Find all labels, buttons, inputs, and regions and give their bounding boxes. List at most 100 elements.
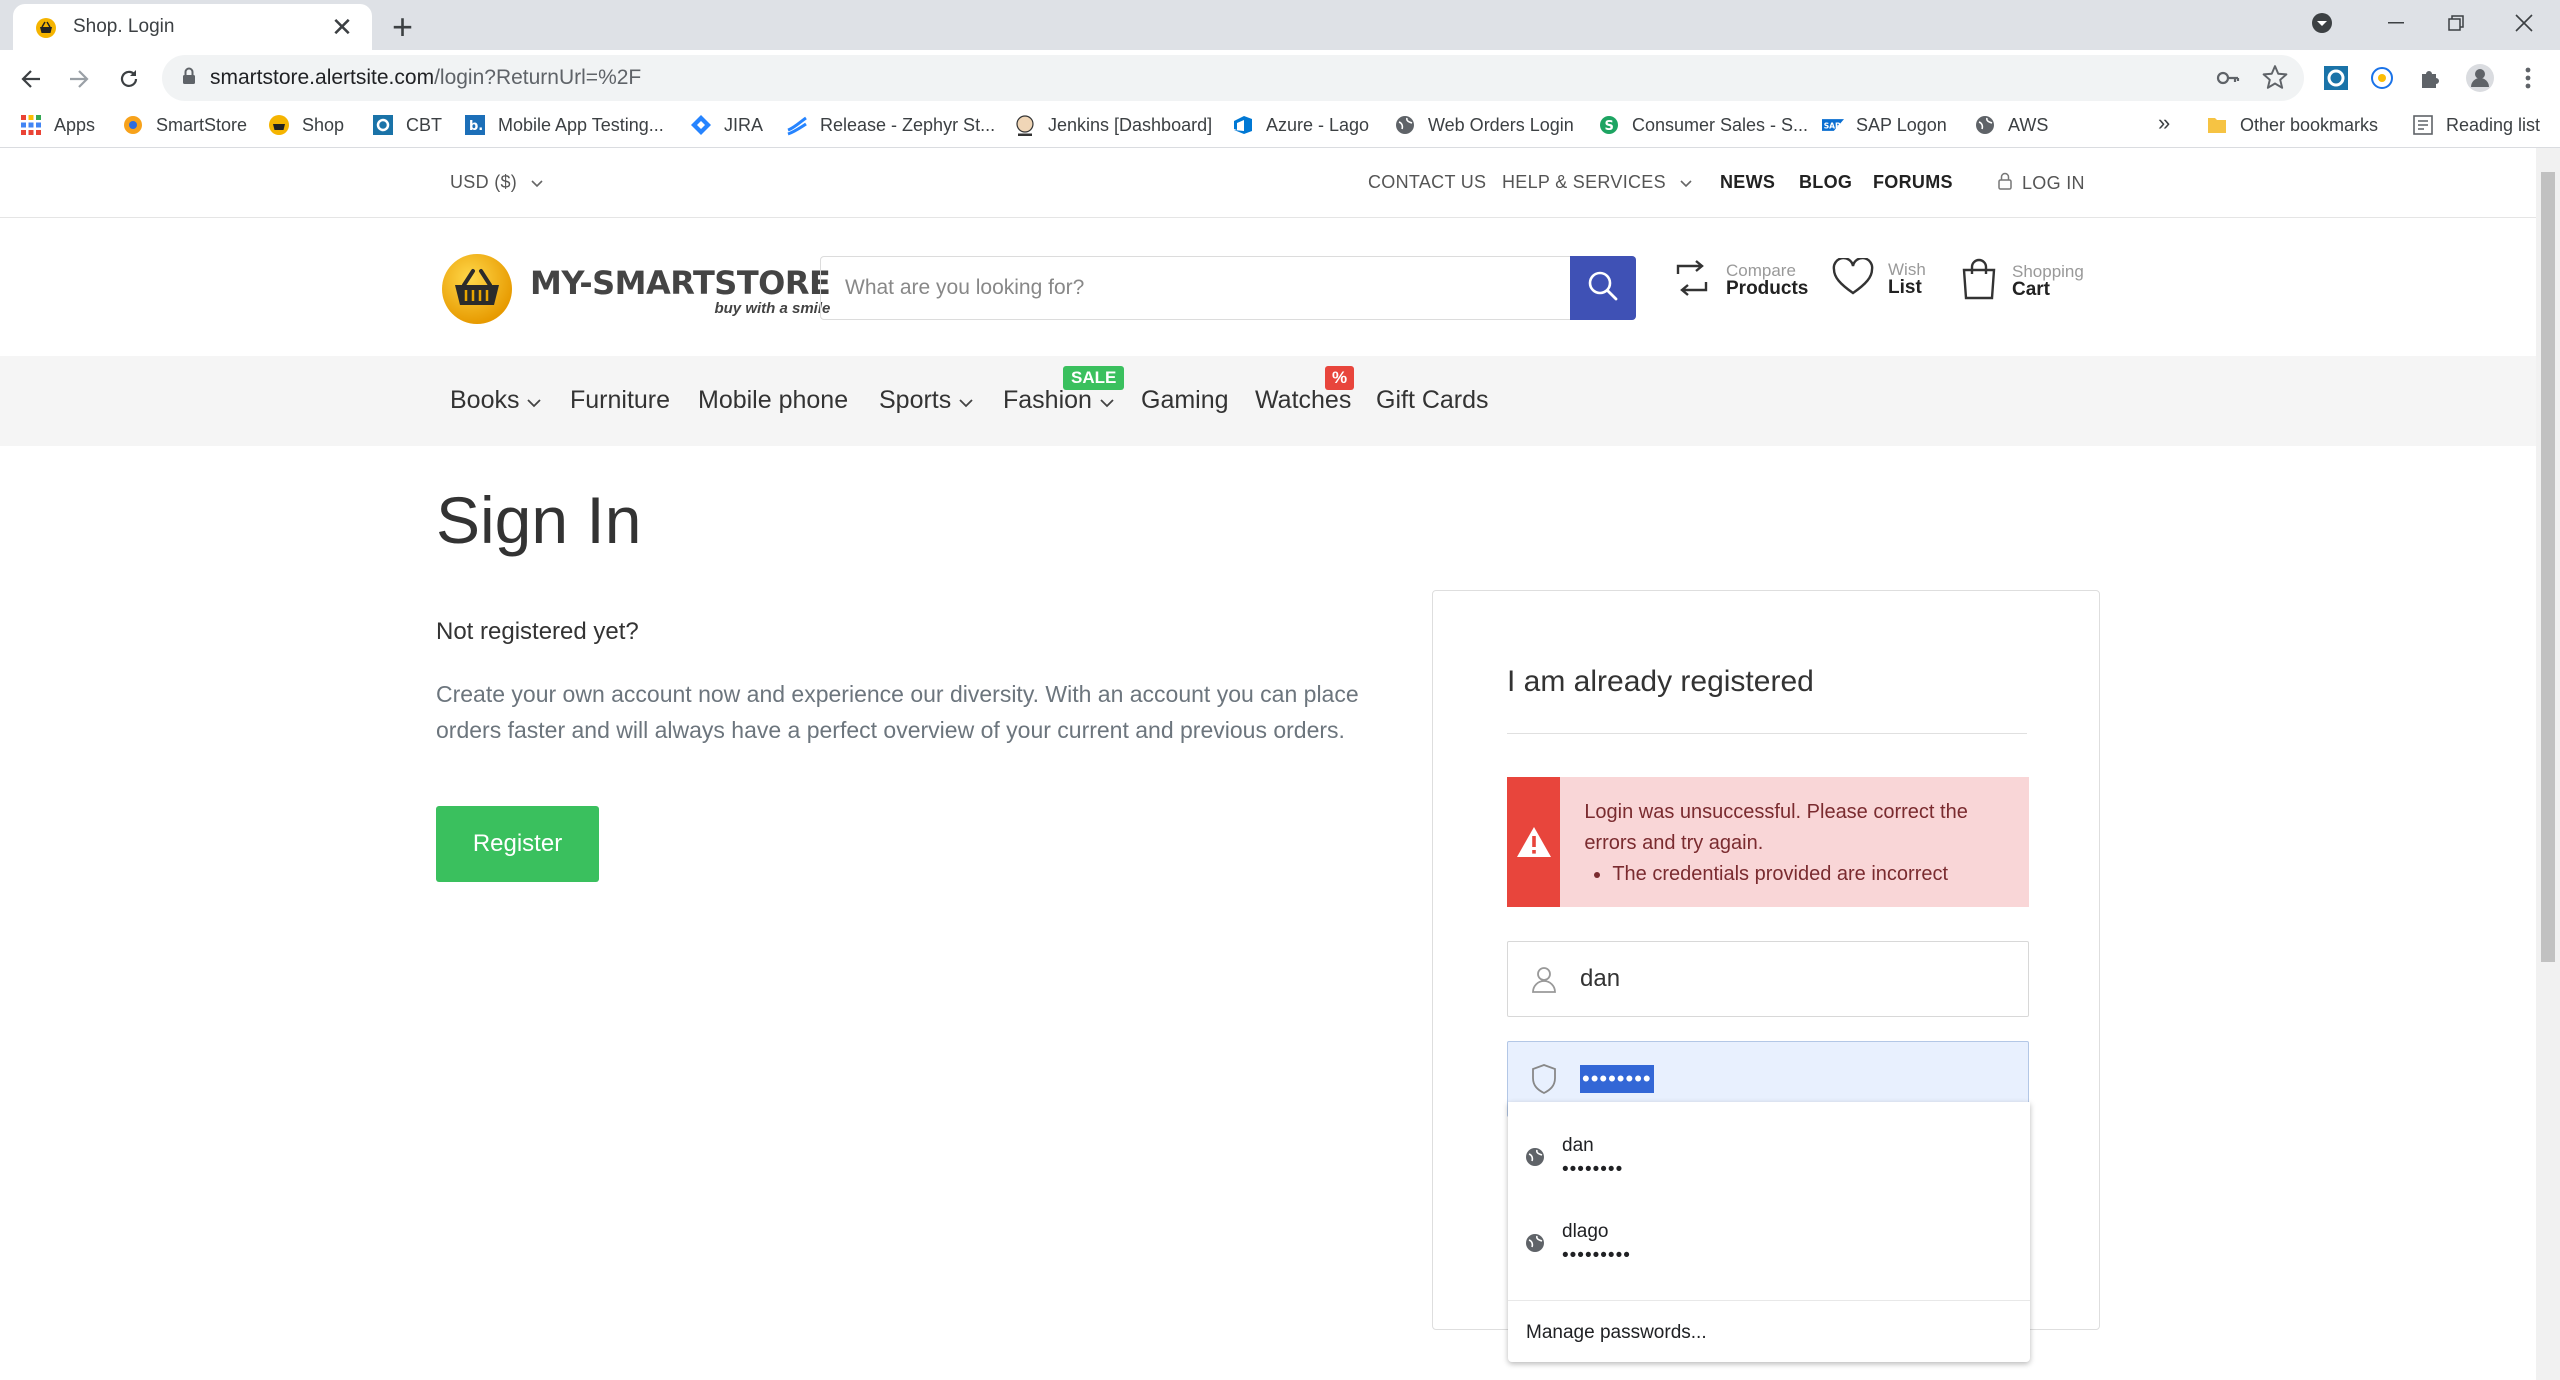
brand-tagline: buy with a smile	[714, 300, 831, 317]
main-content: Sign In Not registered yet? Create your …	[0, 446, 2536, 1380]
nav-item-sports[interactable]: Sports	[879, 386, 973, 415]
lock-icon	[182, 67, 196, 90]
browser-toolbar: smartstore.alertsite.com/login?ReturnUrl…	[0, 50, 2560, 106]
extensions-puzzle-icon[interactable]	[2414, 62, 2446, 94]
search-bar	[820, 256, 1636, 320]
svg-text:SAP: SAP	[1824, 121, 1841, 130]
zephyr-icon	[786, 114, 808, 136]
bookmark-azure-lago[interactable]: Azure - Lago	[1232, 114, 1369, 136]
bookmark-release-zephyr[interactable]: Release - Zephyr St...	[786, 114, 995, 136]
bookmark-shop[interactable]: Shop	[268, 114, 344, 136]
new-tab-icon[interactable]: +	[392, 6, 413, 48]
search-input[interactable]	[821, 257, 1570, 319]
bookmark-jenkins[interactable]: Jenkins [Dashboard]	[1014, 114, 1212, 136]
chevron-down-icon	[1100, 386, 1114, 415]
username-value: dan	[1580, 965, 1621, 992]
search-button[interactable]	[1570, 256, 1636, 320]
manage-passwords-link[interactable]: Manage passwords...	[1526, 1322, 1707, 1344]
extension-chrome-icon[interactable]	[2366, 62, 2398, 94]
blog-link[interactable]: BLOG	[1799, 172, 1852, 193]
more-bookmarks-icon[interactable]: »	[2158, 110, 2170, 136]
reading-list-button[interactable]: Reading list	[2412, 114, 2540, 136]
saved-credential-item[interactable]: dlago •••••••••	[1508, 1200, 2030, 1286]
bookmark-consumer-sales[interactable]: S Consumer Sales - S...	[1598, 114, 1808, 136]
divider	[1507, 733, 2027, 734]
bookmark-apps[interactable]: Apps	[20, 114, 95, 136]
compare-products-link[interactable]: Compare Products	[1672, 258, 1808, 303]
contact-us-link[interactable]: CONTACT US	[1368, 172, 1486, 193]
not-registered-heading: Not registered yet?	[436, 618, 639, 645]
minimize-icon[interactable]	[2366, 0, 2426, 46]
browser-menu-icon[interactable]	[2512, 62, 2544, 94]
browser-tab-active[interactable]: Shop. Login ✕	[13, 4, 372, 50]
page-scrollbar[interactable]	[2536, 148, 2560, 1380]
nav-item-watches[interactable]: Watches	[1255, 386, 1351, 415]
folder-icon	[2206, 114, 2228, 136]
divider	[1508, 1300, 2030, 1301]
nav-item-gaming[interactable]: Gaming	[1141, 386, 1229, 415]
browser-tab-strip: Shop. Login ✕ +	[0, 0, 2560, 50]
currency-selector[interactable]: USD ($)	[450, 172, 543, 193]
bookmark-other-bookmarks[interactable]: Other bookmarks	[2206, 114, 2378, 136]
bookmark-sap-logon[interactable]: SAP SAP Logon	[1822, 114, 1947, 136]
bookmark-aws[interactable]: AWS	[1974, 114, 2048, 136]
login-link[interactable]: LOG IN	[1998, 172, 2085, 195]
login-heading: I am already registered	[1507, 665, 1814, 698]
nav-item-books[interactable]: Books	[450, 386, 542, 415]
globe-icon	[1974, 114, 1996, 136]
tab-search-icon[interactable]	[2304, 0, 2340, 46]
register-button[interactable]: Register	[436, 806, 599, 882]
chevron-down-icon	[527, 386, 542, 415]
star-icon[interactable]	[2262, 64, 2288, 95]
cbt-icon	[372, 114, 394, 136]
bookmark-jira[interactable]: JIRA	[690, 114, 763, 136]
nav-item-gift-cards[interactable]: Gift Cards	[1376, 386, 1489, 415]
error-item: The credentials provided are incorrect	[1612, 859, 2005, 890]
address-bar[interactable]: smartstore.alertsite.com/login?ReturnUrl…	[162, 55, 2304, 101]
help-services-menu[interactable]: HELP & SERVICES	[1502, 172, 1692, 193]
saved-credential-item[interactable]: dan ••••••••	[1508, 1114, 2030, 1200]
wish-list-link[interactable]: Wish List	[1832, 256, 1926, 301]
user-icon	[1508, 964, 1580, 994]
extension-cbt-icon[interactable]	[2320, 62, 2352, 94]
bookmark-mobile-app-testing[interactable]: b. Mobile App Testing...	[464, 114, 664, 136]
store-logo[interactable]: MY-SMARTSTORE buy with a smile	[440, 252, 831, 331]
top-utility-bar: USD ($) CONTACT US HELP & SERVICES NEWS …	[0, 148, 2536, 218]
sap-logo-icon: SAP	[1822, 114, 1844, 136]
apps-grid-icon	[20, 114, 42, 136]
news-link[interactable]: NEWS	[1720, 172, 1775, 193]
reload-icon[interactable]	[112, 62, 146, 96]
scrollbar-thumb[interactable]	[2541, 172, 2555, 962]
search-icon	[1587, 270, 1619, 307]
s-logo-icon: S	[1598, 114, 1620, 136]
bookmark-web-orders[interactable]: Web Orders Login	[1394, 114, 1574, 136]
b-logo-icon: b.	[464, 114, 486, 136]
page-title: Sign In	[436, 483, 642, 557]
profile-avatar-icon[interactable]	[2464, 62, 2496, 94]
shop-basket-icon	[33, 15, 59, 39]
bookmark-smartstore[interactable]: SmartStore	[122, 114, 247, 136]
tab-close-icon[interactable]: ✕	[328, 12, 356, 43]
shopping-cart-link[interactable]: Shopping Cart	[1960, 258, 2084, 305]
password-value: ••••••••	[1580, 1065, 1654, 1093]
bookmarks-bar: Apps SmartStore Shop CBT b. Mobile App T…	[0, 106, 2560, 148]
restore-icon[interactable]	[2426, 0, 2486, 46]
forward-icon[interactable]	[62, 62, 96, 96]
nav-item-fashion[interactable]: Fashion	[1003, 386, 1114, 415]
sale-badge: SALE	[1063, 366, 1125, 390]
main-navigation: Books Furniture Mobile phone Sports Fash…	[0, 356, 2536, 446]
username-field[interactable]: dan	[1507, 941, 2029, 1017]
back-icon[interactable]	[14, 62, 48, 96]
chevron-down-icon	[1680, 172, 1692, 193]
shield-icon	[1508, 1063, 1580, 1095]
close-window-icon[interactable]	[2494, 0, 2554, 46]
web-page: USD ($) CONTACT US HELP & SERVICES NEWS …	[0, 148, 2536, 1380]
nav-item-furniture[interactable]: Furniture	[570, 386, 670, 415]
nav-item-mobile-phone[interactable]: Mobile phone	[698, 386, 848, 415]
chevron-down-icon	[959, 386, 973, 415]
bookmark-cbt[interactable]: CBT	[372, 114, 442, 136]
key-icon[interactable]	[2216, 66, 2240, 95]
error-message: Login was unsuccessful. Please correct t…	[1584, 801, 1968, 854]
forums-link[interactable]: FORUMS	[1873, 172, 1953, 193]
lock-icon	[1998, 172, 2012, 195]
